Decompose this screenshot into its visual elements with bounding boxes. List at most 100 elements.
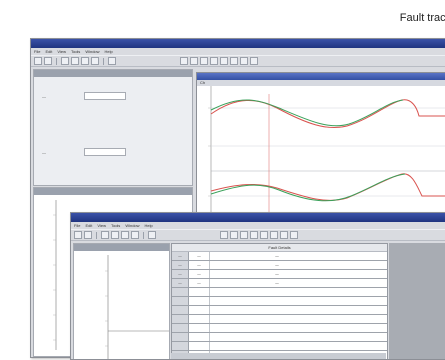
cursor-icon[interactable] [81, 57, 89, 65]
fault-table: Fault Details — — — — — — — — — — — — [171, 243, 388, 359]
channel-icon[interactable] [180, 57, 188, 65]
horizontal-scrollbar[interactable] [171, 353, 386, 359]
waveform-green-2 [210, 173, 406, 202]
table-row[interactable] [172, 342, 387, 351]
channel-icon[interactable] [280, 231, 288, 239]
channel-icon[interactable] [250, 57, 258, 65]
channel-icon[interactable] [270, 231, 278, 239]
menu-help[interactable]: Help [105, 49, 113, 54]
front-overview-ticks [105, 270, 108, 347]
table-row[interactable]: — — — [172, 270, 387, 279]
row-id [172, 315, 189, 323]
front-overview-title [74, 244, 169, 251]
overview-ticks [53, 214, 56, 341]
row-code [189, 333, 210, 341]
zoom-in-icon[interactable] [61, 57, 69, 65]
zoom-out-icon[interactable] [71, 57, 79, 65]
row-id: — [172, 270, 189, 278]
open-icon[interactable] [34, 57, 42, 65]
channel-icon[interactable] [210, 57, 218, 65]
row-desc [232, 297, 322, 305]
menu-window[interactable]: Window [85, 49, 99, 54]
row-id [172, 342, 189, 350]
row-code: — [189, 279, 210, 287]
row-desc: — [275, 263, 279, 267]
menu-edit[interactable]: Edit [85, 223, 92, 228]
toolbar-separator [56, 57, 57, 65]
cursor-icon[interactable] [121, 231, 129, 239]
channel-icon[interactable] [230, 57, 238, 65]
row-code [189, 297, 210, 305]
channel-icon[interactable] [260, 231, 268, 239]
save-icon[interactable] [84, 231, 92, 239]
zoom-in-icon[interactable] [101, 231, 109, 239]
row-id [172, 306, 189, 314]
front-overview-panel [73, 243, 170, 359]
table-row[interactable] [172, 315, 387, 324]
row-desc: — [275, 281, 279, 285]
front-toolbar [71, 229, 445, 241]
row-desc [232, 288, 322, 296]
menu-window[interactable]: Window [125, 223, 139, 228]
menu-tools[interactable]: Tools [71, 49, 80, 54]
zoom-out-icon[interactable] [111, 231, 119, 239]
front-empty-area [389, 243, 445, 359]
caption: Fault traceback [0, 12, 445, 24]
row-desc [232, 342, 322, 350]
row-id: — [172, 261, 189, 269]
toolbar-separator [96, 231, 97, 239]
channel-icon[interactable] [190, 57, 198, 65]
row-code [189, 315, 210, 323]
run-icon[interactable] [108, 57, 116, 65]
menu-view[interactable]: View [97, 223, 106, 228]
print-icon[interactable] [131, 231, 139, 239]
waveform-tab[interactable]: Ch [200, 80, 205, 85]
menu-help[interactable]: Help [145, 223, 153, 228]
front-titlebar[interactable] [71, 213, 445, 222]
table-row[interactable] [172, 324, 387, 333]
menu-tools[interactable]: Tools [111, 223, 120, 228]
print-icon[interactable] [91, 57, 99, 65]
front-window[interactable]: File Edit View Tools Window Help Fault D… [70, 212, 445, 360]
row-code [189, 306, 210, 314]
table-row[interactable] [172, 297, 387, 306]
channel-icon[interactable] [220, 231, 228, 239]
menu-file[interactable]: File [74, 223, 80, 228]
table-row[interactable]: — — — [172, 261, 387, 270]
channel-icon[interactable] [220, 57, 228, 65]
menu-view[interactable]: View [57, 49, 66, 54]
table-row[interactable]: — — — [172, 252, 387, 261]
run-icon[interactable] [148, 231, 156, 239]
menu-edit[interactable]: Edit [45, 49, 52, 54]
row-desc [232, 306, 322, 314]
waveform-titlebar[interactable] [197, 73, 445, 80]
open-icon[interactable] [74, 231, 82, 239]
channel-icon[interactable] [240, 57, 248, 65]
channel-icon[interactable] [230, 231, 238, 239]
table-row[interactable] [172, 333, 387, 342]
row-code [189, 342, 210, 350]
row-id [172, 324, 189, 332]
waveform-red-1 [210, 99, 445, 129]
channel-icon[interactable] [250, 231, 258, 239]
row-code: — [189, 252, 210, 260]
row-code [189, 288, 210, 296]
field-input-2[interactable] [84, 148, 126, 156]
field-input-1[interactable] [84, 92, 126, 100]
menu-file[interactable]: File [34, 49, 40, 54]
channel-icon[interactable] [290, 231, 298, 239]
table-row[interactable] [172, 306, 387, 315]
save-icon[interactable] [44, 57, 52, 65]
front-menubar: File Edit View Tools Window Help [71, 222, 445, 229]
row-id: — [172, 252, 189, 260]
back-titlebar[interactable] [31, 39, 445, 48]
table-row[interactable] [172, 288, 387, 297]
channel-icon[interactable] [200, 57, 208, 65]
table-row[interactable]: — — — [172, 279, 387, 288]
channel-icon[interactable] [240, 231, 248, 239]
front-overview-plot [105, 255, 169, 359]
toolbar-separator [103, 57, 104, 65]
row-code: — [189, 270, 210, 278]
row-id: — [172, 279, 189, 287]
settings-panel-title [34, 70, 192, 77]
